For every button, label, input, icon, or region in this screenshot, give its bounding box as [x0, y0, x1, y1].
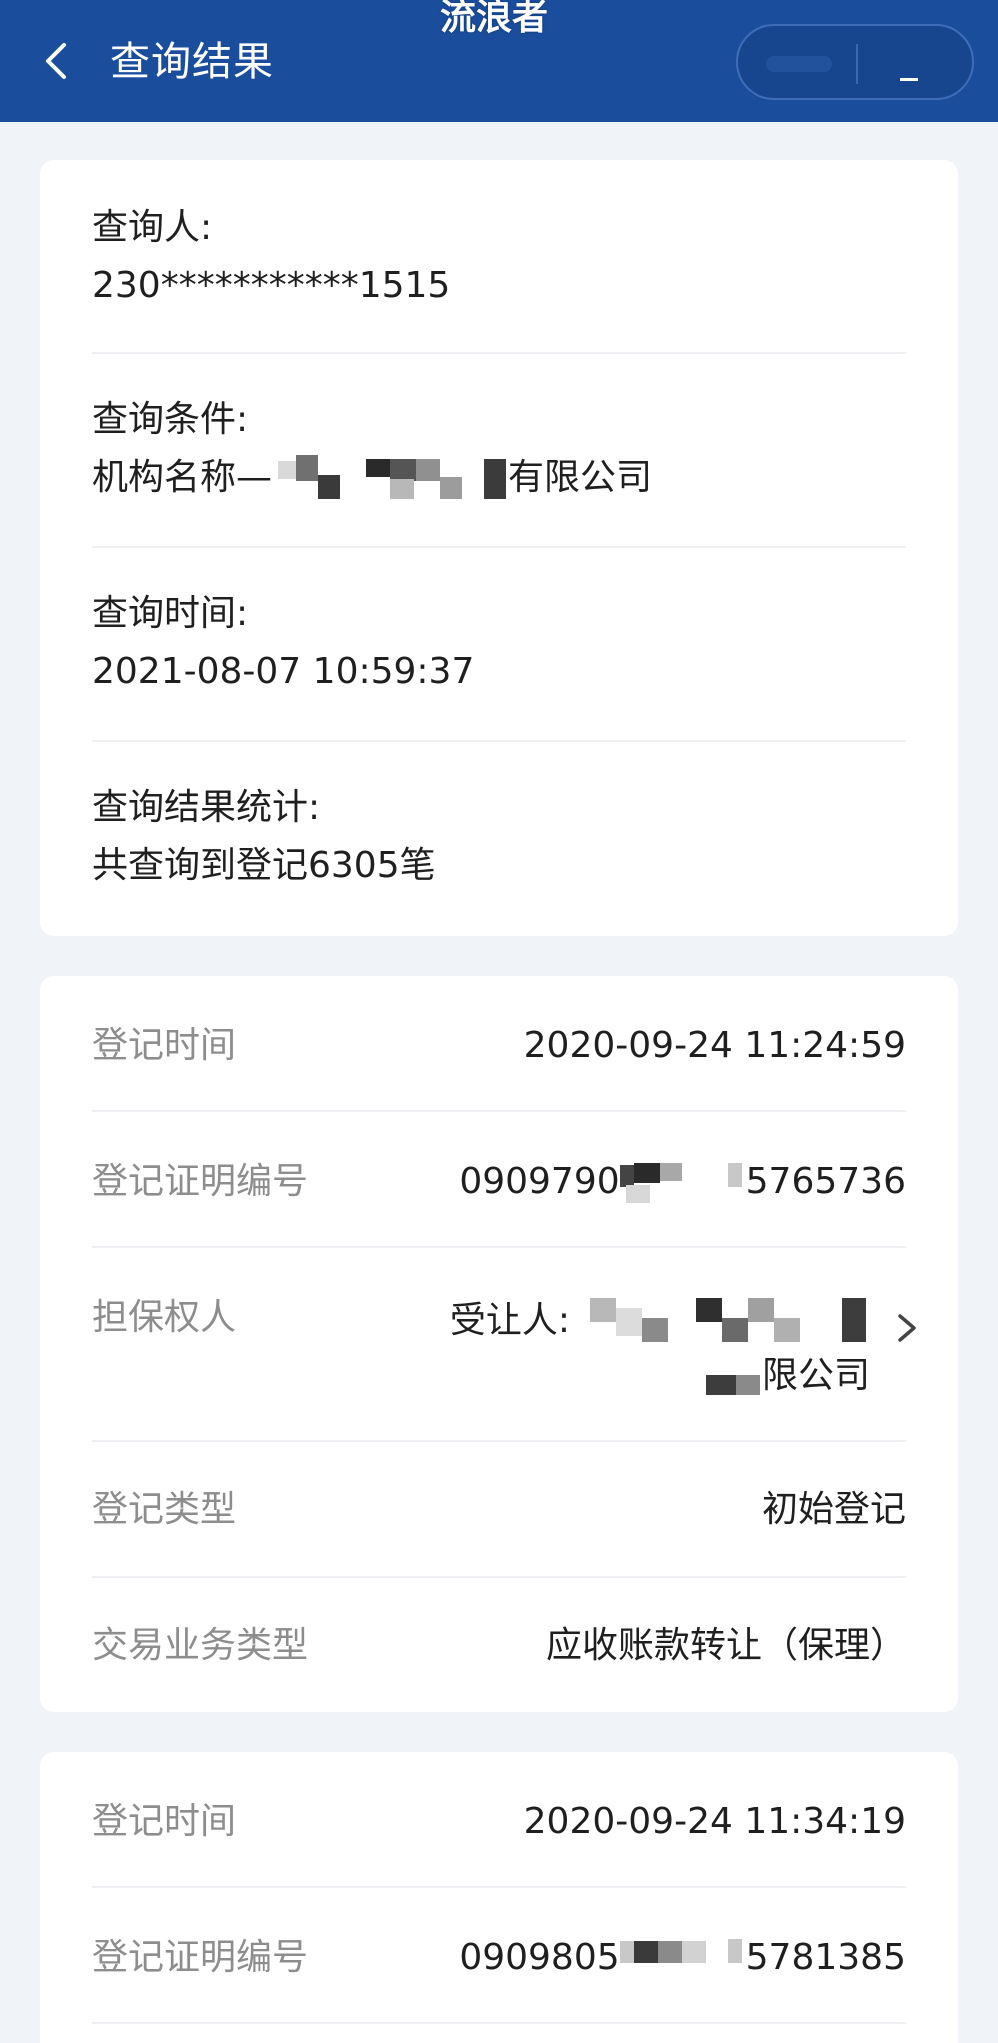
- redacted-mosaic: [619, 1159, 746, 1207]
- chevron-left-icon: [46, 43, 66, 79]
- reg-time-label: 登记时间: [92, 1025, 237, 1066]
- secured-party-line1: 受让人:: [450, 1294, 870, 1350]
- cert-no-suffix: 5765736: [745, 1161, 906, 1202]
- querier-label: 查询人:: [92, 207, 213, 248]
- condition-prefix: 机构名称—: [92, 457, 273, 498]
- biz-type-value: 应收账款转让（保理）: [545, 1625, 906, 1666]
- cert-no-label: 登记证明编号: [92, 1161, 309, 1202]
- cert-no-suffix: 5781385: [745, 1937, 906, 1978]
- query-info-card: 查询人: 230***********1515 查询条件: 机构名称— 有限公司…: [40, 160, 958, 936]
- secured-party-prefix: 受让人:: [449, 1300, 570, 1341]
- capsule-divider: [856, 44, 858, 84]
- biz-type-row: 交易业务类型 应收账款转让（保理）: [92, 1576, 906, 1712]
- secured-party-row[interactable]: 担保权人 受让人: 限公司: [92, 1248, 916, 1442]
- reg-type-row: 登记类型 初始登记: [92, 1440, 906, 1576]
- reg-time-value: 2020-09-24 11:34:19: [523, 1801, 906, 1842]
- querier-block: 查询人: 230***********1515: [92, 204, 906, 310]
- app-header: 查询结果 流浪者: [0, 0, 998, 122]
- reg-time-row: 登记时间 2020-09-24 11:24:59: [92, 976, 906, 1112]
- stats-block: 查询结果统计: 共查询到登记6305笔: [92, 784, 906, 890]
- record-card[interactable]: 登记时间 2020-09-24 11:24:59 登记证明编号 0909790 …: [40, 976, 958, 1712]
- record-card[interactable]: 登记时间 2020-09-24 11:34:19 登记证明编号 0909805 …: [40, 1752, 958, 2043]
- cert-no-value: 0909805 5781385: [459, 1934, 906, 1983]
- reg-type-value: 初始登记: [761, 1489, 906, 1530]
- cert-no-row: 登记证明编号 0909805 5781385: [92, 1888, 906, 2024]
- divider: [92, 2022, 906, 2024]
- mini-program-capsule[interactable]: [736, 24, 974, 100]
- secured-party-line2: 限公司: [705, 1352, 870, 1400]
- back-button[interactable]: [36, 36, 76, 86]
- redacted-mosaic: [570, 1294, 870, 1350]
- stats-value: 共查询到登记6305笔: [92, 845, 436, 886]
- secured-party-label: 担保权人: [92, 1297, 237, 1338]
- divider: [92, 352, 906, 354]
- redacted-mosaic: [272, 455, 508, 503]
- condition-value: 机构名称— 有限公司: [92, 454, 906, 503]
- reg-type-label: 登记类型: [92, 1489, 237, 1530]
- page-title: 查询结果: [110, 39, 274, 85]
- close-icon[interactable]: [900, 78, 918, 81]
- query-time-value: 2021-08-07 10:59:37: [92, 651, 475, 692]
- divider: [92, 740, 906, 742]
- cert-no-label: 登记证明编号: [92, 1937, 309, 1978]
- condition-suffix: 有限公司: [508, 457, 653, 498]
- redacted-mosaic: [705, 1359, 762, 1395]
- biz-type-label: 交易业务类型: [92, 1625, 309, 1666]
- reg-time-value: 2020-09-24 11:24:59: [523, 1025, 906, 1066]
- redacted-mosaic: [619, 1935, 746, 1983]
- watermark-text: 流浪者: [440, 0, 549, 38]
- chevron-right-icon[interactable]: [894, 1308, 920, 1348]
- cert-no-value: 0909790 5765736: [459, 1158, 906, 1207]
- cert-no-row: 登记证明编号 0909790 5765736: [92, 1112, 906, 1248]
- query-time-label: 查询时间:: [92, 593, 249, 634]
- more-menu-icon[interactable]: [766, 56, 832, 72]
- reg-time-row: 登记时间 2020-09-24 11:34:19: [92, 1752, 906, 1888]
- condition-label: 查询条件:: [92, 399, 249, 440]
- stats-label: 查询结果统计:: [92, 787, 321, 828]
- reg-time-label: 登记时间: [92, 1801, 237, 1842]
- secured-party-suffix: 限公司: [761, 1355, 870, 1396]
- querier-value: 230***********1515: [92, 265, 451, 306]
- time-block: 查询时间: 2021-08-07 10:59:37: [92, 590, 906, 696]
- cert-no-prefix: 0909790: [459, 1161, 620, 1202]
- condition-block: 查询条件: 机构名称— 有限公司: [92, 396, 906, 503]
- divider: [92, 546, 906, 548]
- cert-no-prefix: 0909805: [459, 1937, 620, 1978]
